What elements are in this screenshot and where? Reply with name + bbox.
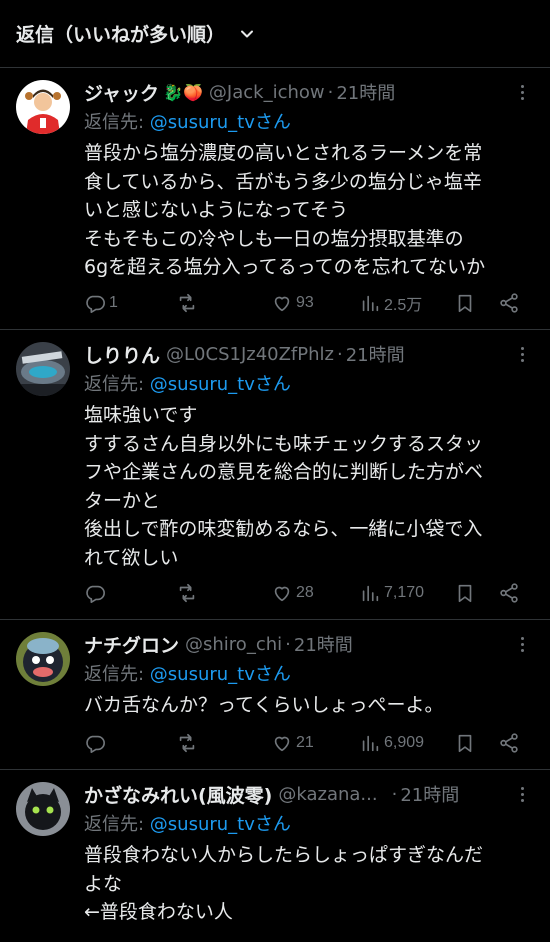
user-handle[interactable]: @shiro_chi: [185, 634, 282, 655]
heart-icon: [274, 296, 290, 312]
chevron-down-icon: [241, 30, 254, 37]
like-button[interactable]: 93: [271, 288, 314, 318]
reply-to: 返信先: @susuru_tvさん: [84, 664, 291, 685]
views-button[interactable]: 7,170: [359, 578, 424, 608]
share-icon: [500, 583, 518, 603]
bookmark-button[interactable]: [454, 288, 476, 318]
share-icon: [500, 733, 518, 753]
share-button[interactable]: [498, 288, 520, 318]
timestamp[interactable]: 21時間: [336, 79, 395, 105]
retweet-button[interactable]: [176, 728, 201, 758]
tweet-text: 普段から塩分濃度の高いとされるラーメンを常 食しているから、舌がもう多少の塩分じ…: [84, 142, 486, 278]
tweet-text: 普段食わない人からしたらしょっぱすぎなんだ よな ←普段食わない人: [84, 844, 484, 923]
retweet-icon: [179, 293, 195, 313]
action-bar: 21 6,909: [84, 728, 524, 758]
timestamp[interactable]: 21時間: [346, 341, 405, 367]
replies-sort-header[interactable]: 返信（いいねが多い順）: [0, 0, 550, 68]
bookmark-icon: [458, 294, 472, 313]
view-count: 7,170: [384, 584, 425, 601]
reply-button[interactable]: 1: [84, 288, 118, 318]
reply-to: 返信先: @susuru_tvさん: [84, 374, 291, 395]
timestamp[interactable]: 21時間: [294, 631, 353, 657]
tweet-text: 塩味強いです すするさん自身以外にも味チェックするスタッ フや企業さんの意見を総…: [84, 404, 484, 569]
reply-tweet[interactable]: かざなみれい(風波零) @kazana... · 21時間 返信先: @susu…: [0, 770, 550, 942]
display-name[interactable]: しりりん: [84, 341, 160, 368]
more-icon[interactable]: [512, 80, 532, 104]
tweet-header: ジャック 🐉🍑 @Jack_ichow · 21時間: [84, 78, 534, 106]
retweet-icon: [179, 583, 195, 603]
avatar[interactable]: [16, 80, 70, 134]
reply-mention-link[interactable]: @susuru_tvさん: [150, 374, 291, 395]
reply-tweet[interactable]: ジャック 🐉🍑 @Jack_ichow · 21時間 返信先: @susuru_…: [0, 68, 550, 330]
like-count: 28: [296, 584, 314, 601]
reply-mention-link[interactable]: @susuru_tvさん: [150, 814, 291, 835]
tweet-header: しりりん @L0CS1Jz40ZfPhlz · 21時間: [84, 340, 534, 368]
reply-icon: [86, 585, 105, 603]
reply-tweet[interactable]: ナチグロン @shiro_chi · 21時間 返信先: @susuru_tvさ…: [0, 620, 550, 770]
reply-mention-link[interactable]: @susuru_tvさん: [150, 112, 291, 133]
view-count: 2.5万: [384, 297, 423, 314]
user-handle[interactable]: @Jack_ichow: [209, 82, 325, 103]
action-bar: 28 7,170: [84, 578, 524, 608]
bookmark-button[interactable]: [454, 728, 476, 758]
reply-tweet[interactable]: しりりん @L0CS1Jz40ZfPhlz · 21時間 返信先: @susur…: [0, 330, 550, 620]
bookmark-icon: [458, 584, 472, 603]
like-count: 93: [296, 294, 314, 311]
user-handle[interactable]: @kazana...: [278, 784, 377, 805]
timestamp[interactable]: 21時間: [400, 781, 459, 807]
display-name[interactable]: ジャック: [84, 79, 159, 106]
reply-to: 返信先: @susuru_tvさん: [84, 814, 291, 835]
tweet-text: バカ舌なんか？ってくらいしょっぺーよ。: [84, 694, 444, 716]
more-icon[interactable]: [512, 782, 532, 806]
share-button[interactable]: [498, 578, 520, 608]
views-button[interactable]: 2.5万: [359, 288, 422, 318]
share-button[interactable]: [498, 728, 520, 758]
sort-label: 返信（いいねが多い順）: [16, 24, 226, 46]
share-icon: [500, 293, 518, 313]
more-icon[interactable]: [512, 342, 532, 366]
bookmark-button[interactable]: [454, 578, 476, 608]
like-button[interactable]: 28: [271, 578, 314, 608]
views-button[interactable]: 6,909: [359, 728, 424, 758]
reply-mention-link[interactable]: @susuru_tvさん: [150, 664, 291, 685]
view-count: 6,909: [384, 734, 425, 751]
bookmark-icon: [458, 734, 472, 753]
avatar[interactable]: [16, 342, 70, 396]
action-bar: 1 93 2.5万: [84, 288, 524, 318]
reply-to: 返信先: @susuru_tvさん: [84, 112, 291, 133]
more-icon[interactable]: [512, 632, 532, 656]
reply-icon: [86, 295, 105, 313]
retweet-icon: [179, 733, 195, 753]
display-name[interactable]: かざなみれい(風波零): [84, 781, 272, 808]
views-icon: [362, 735, 379, 752]
tweet-header: かざなみれい(風波零) @kazana... · 21時間: [84, 780, 534, 808]
tweet-header: ナチグロン @shiro_chi · 21時間: [84, 630, 534, 658]
reply-icon: [86, 735, 105, 753]
heart-icon: [274, 736, 290, 752]
reply-button[interactable]: [84, 578, 109, 608]
avatar[interactable]: [16, 782, 70, 836]
avatar[interactable]: [16, 632, 70, 686]
name-emoji: 🐉🍑: [163, 82, 203, 102]
heart-icon: [274, 586, 290, 602]
retweet-button[interactable]: [176, 578, 201, 608]
like-count: 21: [296, 734, 314, 751]
retweet-button[interactable]: [176, 288, 201, 318]
display-name[interactable]: ナチグロン: [84, 631, 179, 658]
views-icon: [362, 585, 379, 602]
reply-button[interactable]: [84, 728, 109, 758]
user-handle[interactable]: @L0CS1Jz40ZfPhlz: [166, 344, 334, 365]
reply-count: 1: [109, 294, 118, 311]
like-button[interactable]: 21: [271, 728, 314, 758]
views-icon: [362, 295, 379, 312]
